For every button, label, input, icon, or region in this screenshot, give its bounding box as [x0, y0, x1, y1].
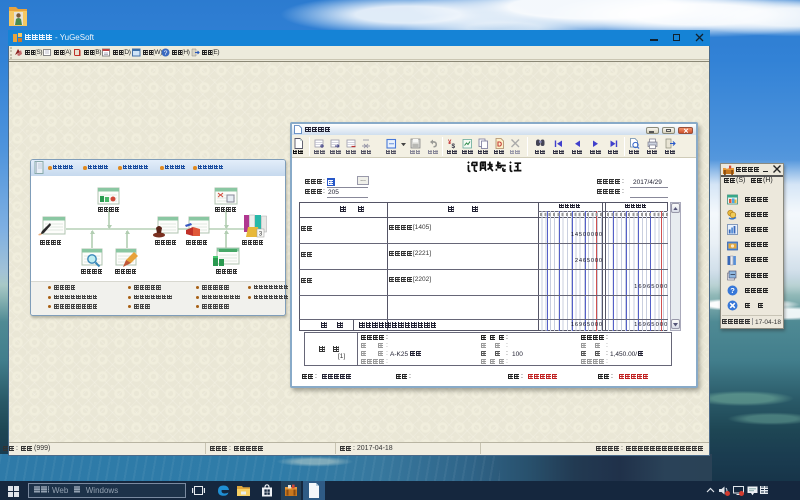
svg-text:D: D: [497, 142, 502, 149]
svg-text:?: ?: [164, 50, 168, 57]
svg-text:?: ?: [730, 286, 735, 295]
svg-text:$: $: [451, 143, 455, 149]
